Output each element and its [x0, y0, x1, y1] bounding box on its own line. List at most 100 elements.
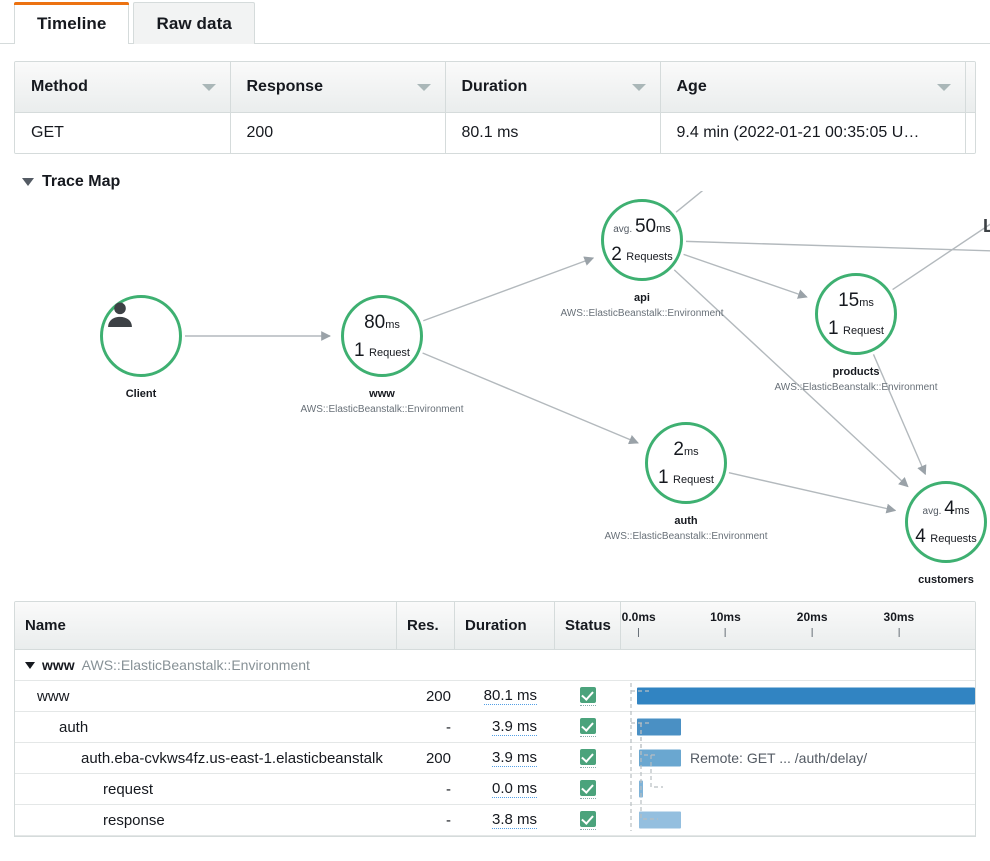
trace-node-auth[interactable]: 2ms1 Request	[645, 422, 727, 504]
cell-response-code: -	[397, 712, 455, 742]
chevron-down-icon[interactable]	[417, 84, 431, 91]
trace-map-toggle[interactable]: Trace Map	[22, 173, 990, 191]
status-badge[interactable]	[580, 687, 596, 706]
cell-response-code: -	[397, 774, 455, 804]
cell-timeline-bar	[621, 681, 975, 711]
trace-node-label-customers: customers	[918, 574, 974, 586]
status-underline	[580, 736, 596, 737]
cell-duration-value: 3.8 ms	[492, 811, 537, 829]
status-badge[interactable]	[580, 780, 596, 799]
trace-node-client[interactable]	[100, 295, 182, 377]
cell-duration[interactable]: 3.8 ms	[455, 805, 555, 835]
chevron-down-icon[interactable]	[202, 84, 216, 91]
cell-response-code: 200	[397, 743, 455, 773]
tab-timeline-label: Timeline	[37, 14, 106, 34]
timeline-bar[interactable]	[639, 812, 681, 829]
tab-raw-data[interactable]: Raw data	[133, 2, 254, 44]
cell-response-code: -	[397, 805, 455, 835]
trace-node-sublabel-auth: AWS::ElasticBeanstalk::Environment	[604, 531, 767, 542]
page-title: Trace Map	[42, 173, 120, 191]
trace-node-sublabel-api: AWS::ElasticBeanstalk::Environment	[560, 308, 723, 319]
trace-node-label-www: www	[369, 388, 395, 400]
tab-timeline[interactable]: Timeline	[14, 2, 129, 44]
trace-edge-stub-0	[676, 191, 745, 212]
axis-tick: 30ms	[884, 610, 915, 637]
legend-label-clipped: L	[983, 216, 990, 237]
trace-node-duration: 2ms	[673, 440, 698, 459]
cell-duration[interactable]: 3.9 ms	[455, 743, 555, 773]
table-row[interactable]: www20080.1 ms	[15, 681, 975, 712]
trace-node-api[interactable]: avg. 50ms2 Requests	[601, 199, 683, 281]
cell-duration[interactable]: 0.0 ms	[455, 774, 555, 804]
timeline-bar[interactable]	[639, 750, 681, 767]
column-header-duration[interactable]: Duration	[445, 62, 660, 112]
segment-group-header[interactable]: www AWS::ElasticBeanstalk::Environment	[15, 650, 975, 681]
timeline-axis: 0.0ms10ms20ms30ms	[621, 602, 975, 649]
trace-edge-stub-1	[893, 221, 990, 290]
table-row[interactable]: auth-3.9 ms	[15, 712, 975, 743]
segment-group-subtitle: AWS::ElasticBeanstalk::Environment	[82, 657, 310, 673]
check-icon	[580, 749, 596, 765]
cell-duration[interactable]: 3.9 ms	[455, 712, 555, 742]
column-header-method[interactable]: Method	[15, 62, 230, 112]
status-badge[interactable]	[580, 749, 596, 768]
column-header-duration-label: Duration	[462, 78, 528, 95]
status-underline	[580, 798, 596, 799]
chevron-down-icon[interactable]	[937, 84, 951, 91]
column-header-age[interactable]: Age	[660, 62, 965, 112]
trace-edge-api-to-products	[684, 254, 807, 297]
cell-status	[555, 774, 621, 804]
cell-timeline-bar	[621, 805, 975, 835]
status-badge[interactable]	[580, 811, 596, 830]
timeline-bar[interactable]	[639, 781, 643, 798]
cell-duration: 80.1 ms	[445, 112, 660, 154]
chevron-down-icon[interactable]	[632, 84, 646, 91]
cell-segment-name: auth.eba-cvkws4fz.us-east-1.elasticbeans…	[15, 743, 397, 773]
cell-segment-name: response	[15, 805, 397, 835]
trace-node-www[interactable]: 80ms 1 Request	[341, 295, 423, 377]
triangle-down-icon	[25, 662, 35, 669]
check-icon	[580, 811, 596, 827]
axis-tick-label: 0.0ms	[622, 610, 656, 624]
cell-segment-name: request	[15, 774, 397, 804]
axis-tick: 0.0ms	[622, 610, 656, 637]
trace-node-customers[interactable]: avg. 4ms4 Requests	[905, 481, 987, 563]
column-header-response[interactable]: Response	[230, 62, 445, 112]
timeline-bar-label: Remote: GET ... /auth/delay/	[690, 750, 867, 766]
segments-timeline-table: Name Res. Duration Status 0.0ms10ms20ms3…	[14, 601, 976, 837]
timeline-bar[interactable]	[637, 688, 975, 705]
trace-edge-auth-to-customers	[729, 473, 895, 511]
check-icon	[580, 687, 596, 703]
tab-raw-data-label: Raw data	[156, 14, 231, 34]
table-row[interactable]: request-0.0 ms	[15, 774, 975, 805]
cell-status	[555, 681, 621, 711]
timeline-bar[interactable]	[637, 719, 681, 736]
trace-node-requests: 1 Request	[354, 341, 410, 360]
column-header-name[interactable]: Name	[15, 602, 397, 649]
summary-header-row: Method Response Duration Age	[15, 62, 976, 112]
trace-node-requests: 4 Requests	[915, 527, 977, 546]
cell-timeline-bar	[621, 774, 975, 804]
status-badge[interactable]	[580, 718, 596, 737]
trace-map[interactable]: L Client80ms1 RequestwwwAWS::ElasticBean…	[0, 191, 990, 601]
cell-response: 200	[230, 112, 445, 154]
status-underline	[580, 829, 596, 830]
cell-overflow	[965, 112, 976, 154]
status-underline	[580, 705, 596, 706]
column-header-res[interactable]: Res.	[397, 602, 455, 649]
trace-node-products[interactable]: 15ms1 Request	[815, 273, 897, 355]
cell-duration[interactable]: 80.1 ms	[455, 681, 555, 711]
column-header-duration[interactable]: Duration	[455, 602, 555, 649]
trace-node-duration: 80ms	[364, 313, 400, 332]
trace-edge-stub-2	[686, 241, 990, 251]
column-header-response-label: Response	[247, 78, 323, 95]
table-row[interactable]: auth.eba-cvkws4fz.us-east-1.elasticbeans…	[15, 743, 975, 774]
cell-duration-value: 3.9 ms	[492, 718, 537, 736]
timeline-header-row: Name Res. Duration Status 0.0ms10ms20ms3…	[15, 602, 975, 650]
table-row[interactable]: GET 200 80.1 ms 9.4 min (2022-01-21 00:3…	[15, 112, 976, 154]
table-row[interactable]: response- 3.8 ms	[15, 805, 975, 836]
cell-timeline-bar	[621, 712, 975, 742]
cell-status	[555, 743, 621, 773]
column-header-status[interactable]: Status	[555, 602, 621, 649]
column-header-overflow[interactable]	[965, 62, 976, 112]
